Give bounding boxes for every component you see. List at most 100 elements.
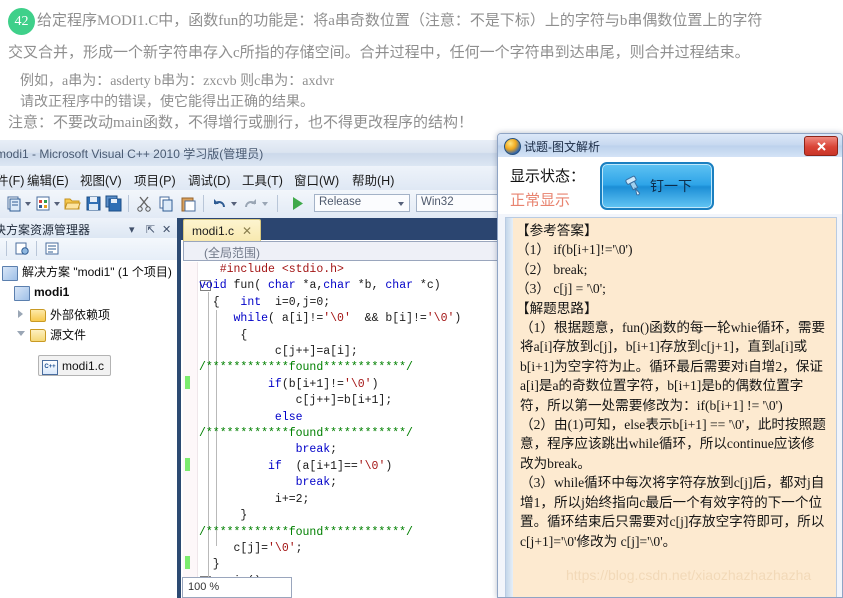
dialog-scrollbar[interactable] [506, 218, 513, 597]
answer-item-1: （1） if(b[i+1]!='\0') [516, 242, 633, 258]
menu-project[interactable]: 项目(P) [134, 170, 176, 189]
tab-modi1-c-label: modi1.c [192, 223, 235, 238]
properties-icon[interactable] [14, 241, 30, 261]
menu-edit[interactable]: 编辑(E) [27, 170, 69, 189]
start-debug-icon[interactable] [289, 195, 306, 212]
undo-icon[interactable] [211, 195, 228, 212]
change-bar-2 [185, 458, 190, 471]
save-all-icon[interactable] [105, 195, 122, 212]
add-item-dropdown-arrow[interactable] [54, 202, 60, 206]
editor-zoom-status[interactable]: 100 % [182, 577, 292, 598]
solution-paragraph-2: （2）由(1)可知，else表示b[i+1] == '\0'，此时按照题意，程序… [520, 417, 826, 471]
toolbar-separator-2 [203, 195, 204, 212]
analysis-dialog: 试题-图文解析 显示状态： 正常显示 钉一下 【参考答案】 （1） if(b[i… [497, 133, 843, 598]
tree-node-external-deps[interactable]: 外部依赖项 [30, 305, 110, 324]
dialog-title: 试题-图文解析 [524, 140, 600, 154]
change-bar-3 [185, 556, 190, 569]
pin-panel-icon[interactable]: ⇱ [146, 223, 155, 236]
question-line-1: 给定程序MODI1.C中，函数fun的功能是：将a串奇数位置（注意：不是下标）上… [37, 13, 763, 29]
dialog-content-panel[interactable]: 【参考答案】 （1） if(b[i+1]!='\0') （2） break; （… [505, 217, 837, 597]
tree-node-project-label: modi1 [34, 284, 70, 299]
close-tab-icon[interactable]: ✕ [242, 224, 252, 238]
vs-window-title: modi1 - Microsoft Visual C++ 2010 学习版(管理… [0, 147, 264, 161]
solution-platform-value: Win32 [421, 196, 454, 208]
solution-explorer-title: 决方案资源管理器 [0, 223, 91, 237]
close-panel-icon[interactable]: ✕ [162, 223, 171, 236]
tree-node-modi1-c-label: modi1.c [62, 358, 105, 373]
dialog-title-bar[interactable]: 试题-图文解析 [498, 134, 842, 158]
change-bar-1 [185, 376, 190, 389]
solution-explorer-toolbar [0, 238, 177, 261]
editor-scope-bar[interactable]: (全局范围) [183, 241, 505, 261]
vs-title-bar[interactable]: modi1 - Microsoft Visual C++ 2010 学习版(管理… [0, 140, 508, 167]
menu-view[interactable]: 视图(V) [80, 170, 122, 189]
vs-toolbar: Release Win32 [0, 190, 508, 219]
tab-modi1-c[interactable]: modi1.c ✕ [183, 219, 262, 241]
solution-platform-combo[interactable]: Win32 [416, 194, 508, 212]
new-item-icon[interactable] [6, 195, 23, 212]
redo-icon[interactable] [242, 195, 259, 212]
solution-icon [2, 266, 18, 281]
solution-idea-heading: 【解题思路】 [516, 300, 598, 316]
visual-studio-window: modi1 - Microsoft Visual C++ 2010 学习版(管理… [0, 140, 508, 598]
pin-button-label: 钉一下 [650, 178, 692, 194]
save-icon[interactable] [85, 195, 102, 212]
cut-icon[interactable] [136, 195, 153, 212]
editor-pane: modi1.c ✕ (全局范围) − − #include <stdio. [181, 218, 508, 598]
paste-icon[interactable] [180, 195, 197, 212]
chevron-down-icon[interactable]: ▾ [129, 223, 135, 236]
project-icon [14, 286, 30, 301]
tree-node-solution[interactable]: 解决方案 "modi1" (1 个项目) [2, 262, 172, 281]
code-text: #include <stdio.h> void fun( char *a,cha… [199, 263, 462, 588]
editor-indicator-margin [183, 262, 198, 598]
dialog-status-row: 显示状态： 正常显示 钉一下 [498, 157, 842, 214]
show-all-files-icon[interactable] [44, 241, 60, 261]
copy-icon[interactable] [158, 195, 175, 212]
code-editor-area[interactable]: − − #include <stdio.h> void fun( char *a… [183, 262, 508, 598]
watermark: https://blog.csdn.net/xiaozhazhazhazha [566, 567, 812, 583]
tree-node-solution-label: 解决方案 "modi1" (1 个项目) [22, 265, 172, 279]
expander-collapsed-icon[interactable] [18, 310, 23, 318]
add-item-icon[interactable] [35, 195, 52, 212]
answer-item-2: （2） break; [516, 261, 588, 277]
se-toolbar-separator [6, 241, 7, 256]
menu-window[interactable]: 窗口(W) [294, 170, 339, 189]
answer-item-3: （3） c[j] = '\0'; [516, 281, 606, 297]
expander-expanded-icon[interactable] [17, 331, 25, 336]
question-note-line: 注意：不要改动main函数，不得增行或删行，也不得更改程序的结构！ [8, 115, 473, 131]
open-file-icon[interactable] [64, 195, 81, 212]
display-status-value: 正常显示 [510, 192, 571, 209]
editor-zoom-value: 100 % [188, 581, 220, 593]
question-block: 42 给定程序MODI1.C中，函数fun的功能是：将a串奇数位置（注意：不是下… [0, 0, 843, 140]
menu-file[interactable]: 件(F) [0, 170, 24, 189]
solution-config-combo[interactable]: Release [314, 194, 410, 212]
editor-tab-strip: modi1.c ✕ [181, 218, 508, 241]
se-toolbar-separator-2 [36, 241, 37, 256]
editor-scope-value: (全局范围) [204, 246, 260, 260]
tree-node-project[interactable]: modi1 [14, 282, 69, 301]
menu-debug[interactable]: 调试(D) [188, 170, 230, 189]
toolbar-separator-1 [128, 195, 129, 212]
vs-body: 决方案资源管理器 ▾ ⇱ ✕ 解决方案 "modi1" (1 个项目) modi… [0, 218, 508, 598]
solution-explorer-header: 决方案资源管理器 ▾ ⇱ ✕ [0, 218, 177, 239]
tree-node-external-deps-label: 外部依赖项 [50, 308, 111, 322]
pushpin-icon [622, 175, 646, 197]
close-icon[interactable] [804, 136, 838, 156]
solution-explorer-panel: 决方案资源管理器 ▾ ⇱ ✕ 解决方案 "modi1" (1 个项目) modi… [0, 218, 177, 598]
pin-button[interactable]: 钉一下 [600, 162, 714, 210]
new-item-dropdown-arrow[interactable] [25, 202, 31, 206]
solution-tree: 解决方案 "modi1" (1 个项目) modi1 外部依赖项 源文件 C++… [0, 260, 177, 598]
tree-node-source-files-label: 源文件 [50, 328, 87, 342]
undo-dropdown-arrow[interactable] [231, 202, 237, 206]
reference-answer-heading: 【参考答案】 [516, 223, 598, 238]
toolbar-separator-3 [277, 195, 278, 212]
display-status-label: 显示状态： [510, 168, 586, 185]
menu-tools[interactable]: 工具(T) [242, 170, 283, 189]
solution-config-arrow[interactable] [398, 202, 404, 206]
solution-paragraph-1: （1）根据题意，fun()函数的每一轮whie循环，需要将a[i]存放到c[j]… [520, 320, 826, 413]
tree-node-modi1-c[interactable]: C++ modi1.c [38, 355, 112, 376]
tree-node-source-files[interactable]: 源文件 [30, 325, 86, 344]
analysis-text: 【参考答案】 （1） if(b[i+1]!='\0') （2） break; （… [516, 221, 828, 551]
menu-help[interactable]: 帮助(H) [352, 170, 394, 189]
solution-config-value: Release [319, 196, 362, 208]
